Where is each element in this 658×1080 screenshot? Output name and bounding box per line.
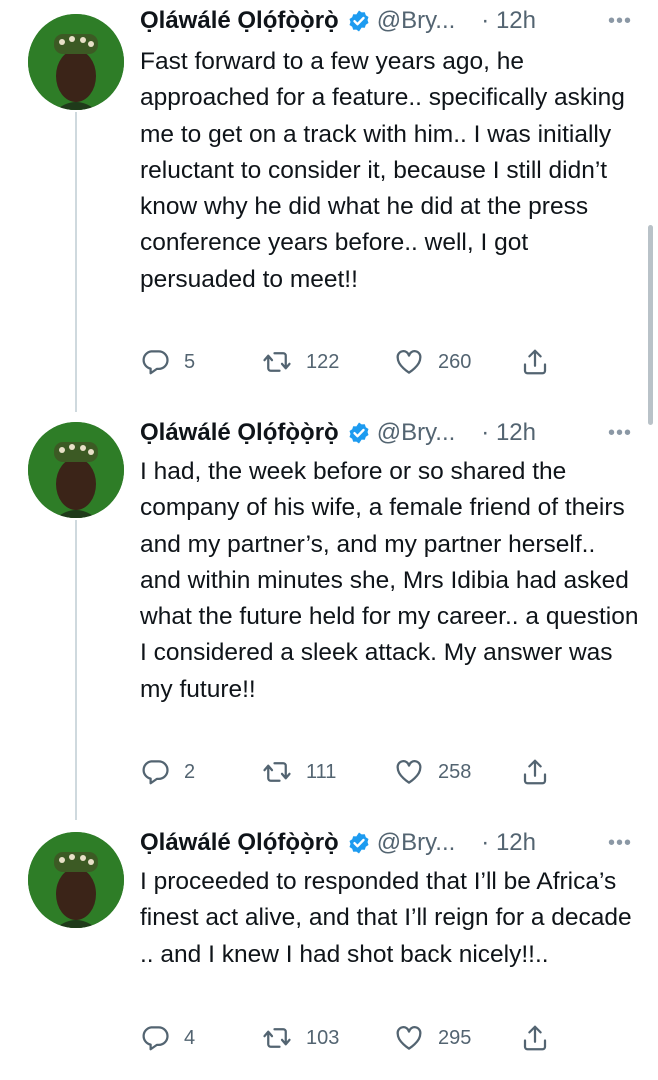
tweet-header: Ọláwálé Ọlọ́fọ̀ọ̀rọ̀ @Bry... · 12h xyxy=(140,4,640,38)
reply-count: 2 xyxy=(184,760,196,783)
reply-button[interactable]: 4 xyxy=(140,1018,195,1058)
timestamp[interactable]: · 12h xyxy=(481,419,536,447)
tweet-header: Ọláwálé Ọlọ́fọ̀ọ̀rọ̀ @Bry... · 12h xyxy=(140,826,640,860)
retweet-count: 103 xyxy=(306,1026,340,1049)
user-handle[interactable]: @Bry... xyxy=(377,7,456,35)
like-button[interactable]: 258 xyxy=(394,752,471,792)
reply-icon xyxy=(142,760,169,785)
avatar[interactable] xyxy=(28,832,124,928)
verified-badge-icon xyxy=(349,10,369,32)
like-count: 295 xyxy=(438,1026,472,1049)
tweet-text: I had, the week before or so shared the … xyxy=(140,458,639,703)
avatar[interactable] xyxy=(28,14,124,110)
like-button[interactable]: 260 xyxy=(394,342,471,382)
retweet-button[interactable]: 103 xyxy=(262,1018,339,1058)
reply-count: 4 xyxy=(184,1026,196,1049)
more-icon[interactable]: ••• xyxy=(608,422,632,445)
retweet-icon xyxy=(263,1028,291,1048)
retweet-button[interactable]: 122 xyxy=(262,342,339,382)
display-name[interactable]: Ọláwálé Ọlọ́fọ̀ọ̀rọ̀ xyxy=(140,7,339,35)
scrollbar[interactable] xyxy=(648,225,653,425)
tweet-actions: 2 111 258 xyxy=(140,752,580,792)
retweet-icon xyxy=(263,762,291,782)
share-button[interactable] xyxy=(520,752,550,792)
share-icon xyxy=(523,1025,547,1051)
verified-badge-icon xyxy=(349,832,369,854)
like-count: 260 xyxy=(438,350,472,373)
like-icon xyxy=(396,350,422,374)
timestamp[interactable]: · 12h xyxy=(481,829,536,857)
share-button[interactable] xyxy=(520,342,550,382)
tweet[interactable]: Ọláwálé Ọlọ́fọ̀ọ̀rọ̀ @Bry... · 12h ••• I… xyxy=(0,820,658,1080)
share-button[interactable] xyxy=(520,1018,550,1058)
reply-count: 5 xyxy=(184,350,196,373)
retweet-count: 122 xyxy=(306,350,340,373)
like-count: 258 xyxy=(438,760,472,783)
verified-badge-icon xyxy=(349,422,369,444)
display-name[interactable]: Ọláwálé Ọlọ́fọ̀ọ̀rọ̀ xyxy=(140,419,339,447)
timestamp[interactable]: · 12h xyxy=(481,7,536,35)
reply-button[interactable]: 2 xyxy=(140,752,195,792)
retweet-button[interactable]: 111 xyxy=(262,752,336,792)
more-icon[interactable]: ••• xyxy=(608,10,632,33)
user-handle[interactable]: @Bry... xyxy=(377,419,456,447)
tweet-actions: 4 103 295 xyxy=(140,1018,580,1058)
user-handle[interactable]: @Bry... xyxy=(377,829,456,857)
share-icon xyxy=(523,349,547,375)
tweet-header: Ọláwálé Ọlọ́fọ̀ọ̀rọ̀ @Bry... · 12h xyxy=(140,416,640,450)
like-icon xyxy=(396,760,422,784)
share-icon xyxy=(523,759,547,785)
like-button[interactable]: 295 xyxy=(394,1018,471,1058)
tweet-text: I proceeded to responded that I’ll be Af… xyxy=(140,868,632,968)
tweet[interactable]: Ọláwálé Ọlọ́fọ̀ọ̀rọ̀ @Bry... · 12h ••• F… xyxy=(0,0,658,410)
like-icon xyxy=(396,1026,422,1050)
reply-icon xyxy=(142,350,169,375)
reply-icon xyxy=(142,1026,169,1051)
reply-button[interactable]: 5 xyxy=(140,342,195,382)
display-name[interactable]: Ọláwálé Ọlọ́fọ̀ọ̀rọ̀ xyxy=(140,829,339,857)
retweet-count: 111 xyxy=(306,760,337,783)
tweet[interactable]: Ọláwálé Ọlọ́fọ̀ọ̀rọ̀ @Bry... · 12h ••• I… xyxy=(0,410,658,820)
tweet-actions: 5 122 260 xyxy=(140,342,580,382)
more-icon[interactable]: ••• xyxy=(608,832,632,855)
retweet-icon xyxy=(263,352,291,372)
tweet-text: Fast forward to a few years ago, he appr… xyxy=(140,48,625,293)
avatar[interactable] xyxy=(28,422,124,518)
